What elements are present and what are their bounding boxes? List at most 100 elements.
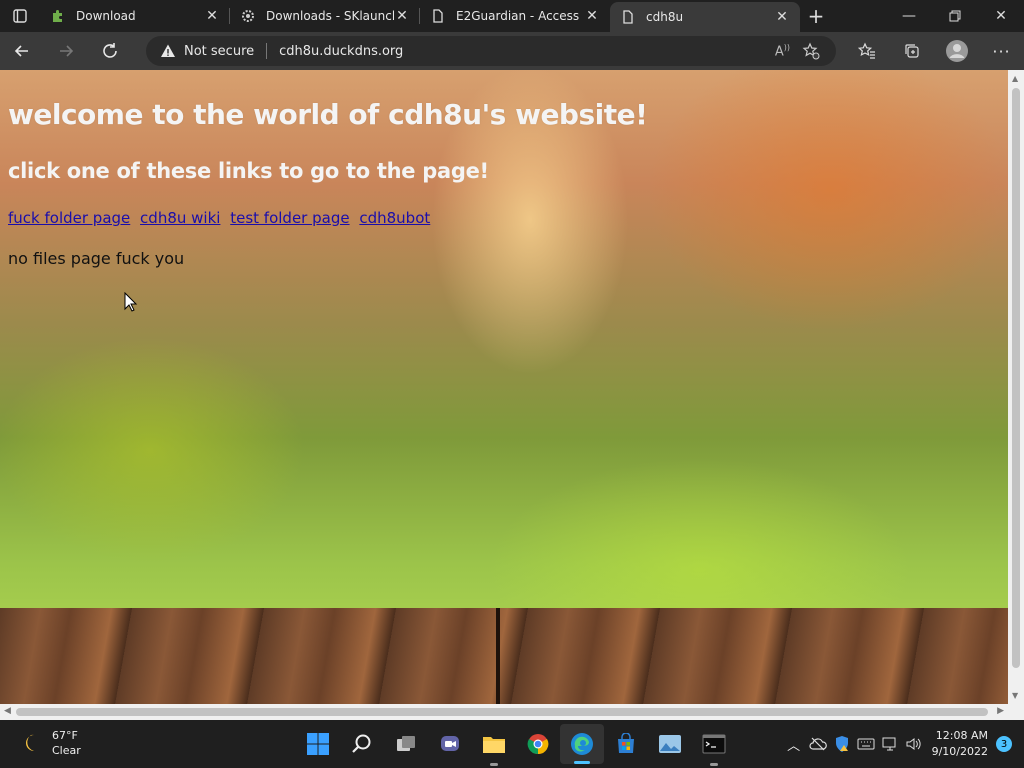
task-view-icon xyxy=(397,736,415,751)
back-button[interactable] xyxy=(0,32,44,70)
page-message: no files page fuck you xyxy=(8,249,185,268)
tab-title: E2Guardian - Access Denied xyxy=(456,9,584,23)
volume-icon[interactable] xyxy=(902,720,926,768)
forward-button[interactable] xyxy=(44,32,88,70)
teams-chat-button[interactable] xyxy=(428,720,472,768)
edge-button[interactable] xyxy=(560,724,604,764)
vertical-scrollbar[interactable]: ▲ ▼ xyxy=(1008,70,1024,704)
cloud-offline-icon[interactable] xyxy=(806,720,830,768)
avatar-icon xyxy=(945,40,968,62)
weather-condition: Clear xyxy=(52,744,81,757)
horizontal-scroll-thumb[interactable] xyxy=(16,708,988,716)
chrome-button[interactable] xyxy=(516,720,560,768)
profile-button[interactable] xyxy=(934,32,979,70)
settings-menu-button[interactable]: ··· xyxy=(979,32,1024,70)
close-tab-icon[interactable]: ✕ xyxy=(584,8,600,24)
minimize-button[interactable]: — xyxy=(886,0,932,32)
store-button[interactable] xyxy=(604,720,648,768)
url-text[interactable]: cdh8u.duckdns.org xyxy=(279,44,403,59)
security-shield-icon[interactable] xyxy=(830,720,854,768)
collections-icon xyxy=(904,44,919,58)
browser-toolbar: Not secure cdh8u.duckdns.org A)) ··· xyxy=(0,32,1024,70)
horizontal-scrollbar[interactable]: ◀ ▶ xyxy=(0,704,1008,720)
refresh-button[interactable] xyxy=(88,32,132,70)
link-list: fuck folder page cdh8u wiki test folder … xyxy=(8,209,647,227)
tab-title: Downloads - SKlauncher xyxy=(266,9,394,23)
network-icon[interactable] xyxy=(878,720,902,768)
address-bar[interactable]: Not secure cdh8u.duckdns.org A)) xyxy=(146,36,836,66)
task-view-button[interactable] xyxy=(384,720,428,768)
read-aloud-icon[interactable]: A)) xyxy=(775,43,790,59)
page-subheading: click one of these links to go to the pa… xyxy=(8,159,489,183)
terminal-button[interactable] xyxy=(692,720,736,768)
security-status-label[interactable]: Not secure xyxy=(184,44,254,59)
tab-cdh8u[interactable]: cdh8u ✕ xyxy=(610,2,800,32)
more-icon: ··· xyxy=(992,41,1011,61)
add-favorite-icon[interactable] xyxy=(802,42,820,60)
close-tab-icon[interactable]: ✕ xyxy=(394,8,410,24)
close-tab-icon[interactable]: ✕ xyxy=(774,9,790,25)
mouse-cursor-icon xyxy=(124,292,138,312)
window-controls: — ✕ xyxy=(886,0,1024,32)
page-icon xyxy=(430,8,446,24)
clock[interactable]: 12:08 AM 9/10/2022 xyxy=(932,728,988,760)
vertical-scroll-thumb[interactable] xyxy=(1012,88,1020,668)
favorites-button[interactable] xyxy=(844,32,889,70)
keyboard-icon[interactable] xyxy=(854,720,878,768)
store-icon xyxy=(618,733,634,753)
refresh-icon xyxy=(103,43,117,58)
weather-widget[interactable]: 67°F Clear xyxy=(20,728,81,758)
warning-icon[interactable] xyxy=(160,43,176,59)
collections-button[interactable] xyxy=(889,32,934,70)
tab-actions-icon xyxy=(13,9,27,23)
photos-button[interactable] xyxy=(648,720,692,768)
search-button[interactable] xyxy=(340,720,384,768)
close-icon: ✕ xyxy=(995,8,1007,24)
page-icon xyxy=(620,9,636,25)
page-content: welcome to the world of cdh8u's website!… xyxy=(8,70,648,268)
tab-actions-button[interactable] xyxy=(0,0,40,32)
taskbar: 67°F Clear ︿ 12:08 AM 9/10/2022 3 xyxy=(0,720,1024,768)
page-viewport: welcome to the world of cdh8u's website!… xyxy=(0,70,1008,704)
link-cdh8ubot[interactable]: cdh8ubot xyxy=(359,209,430,227)
running-indicator xyxy=(710,763,718,766)
scroll-up-icon[interactable]: ▲ xyxy=(1012,74,1018,83)
gear-icon xyxy=(240,8,256,24)
background-table-image xyxy=(0,608,1008,704)
scroll-right-icon[interactable]: ▶ xyxy=(997,706,1004,716)
restore-button[interactable] xyxy=(932,0,978,32)
new-tab-button[interactable]: + xyxy=(800,0,832,32)
tab-e2guardian[interactable]: E2Guardian - Access Denied ✕ xyxy=(420,0,610,32)
back-arrow-icon xyxy=(14,45,28,57)
taskbar-apps xyxy=(296,720,736,768)
tab-strip: Download ✕ Downloads - SKlauncher ✕ E2Gu… xyxy=(0,0,1024,32)
scroll-down-icon[interactable]: ▼ xyxy=(1012,691,1018,700)
running-indicator xyxy=(574,761,590,764)
chevron-up-icon[interactable]: ︿ xyxy=(782,720,806,768)
page-heading: welcome to the world of cdh8u's website! xyxy=(8,98,648,131)
terminal-icon xyxy=(702,734,726,754)
tab-sklauncher[interactable]: Downloads - SKlauncher ✕ xyxy=(230,0,420,32)
chat-icon xyxy=(441,736,459,751)
chrome-icon xyxy=(527,734,549,755)
link-test-folder-page[interactable]: test folder page xyxy=(230,209,349,227)
system-tray: ︿ 12:08 AM 9/10/2022 3 xyxy=(782,720,1024,768)
link-fuck-folder-page[interactable]: fuck folder page xyxy=(8,209,130,227)
toolbar-right: ··· xyxy=(844,32,1024,70)
weather-temperature: 67°F xyxy=(52,729,78,742)
address-divider xyxy=(266,43,268,59)
close-window-button[interactable]: ✕ xyxy=(978,0,1024,32)
link-cdh8u-wiki[interactable]: cdh8u wiki xyxy=(140,209,220,227)
close-tab-icon[interactable]: ✕ xyxy=(204,8,220,24)
windows-logo-icon xyxy=(307,733,329,755)
favorites-icon xyxy=(857,42,875,59)
notification-badge[interactable]: 3 xyxy=(996,736,1012,752)
start-button[interactable] xyxy=(296,720,340,768)
tab-title: Download xyxy=(76,9,136,23)
running-indicator xyxy=(490,763,498,766)
tab-download[interactable]: Download ✕ xyxy=(40,0,230,32)
tab-title: cdh8u xyxy=(646,10,684,24)
file-explorer-button[interactable] xyxy=(472,720,516,768)
scroll-left-icon[interactable]: ◀ xyxy=(4,706,11,716)
plus-icon: + xyxy=(807,4,825,28)
